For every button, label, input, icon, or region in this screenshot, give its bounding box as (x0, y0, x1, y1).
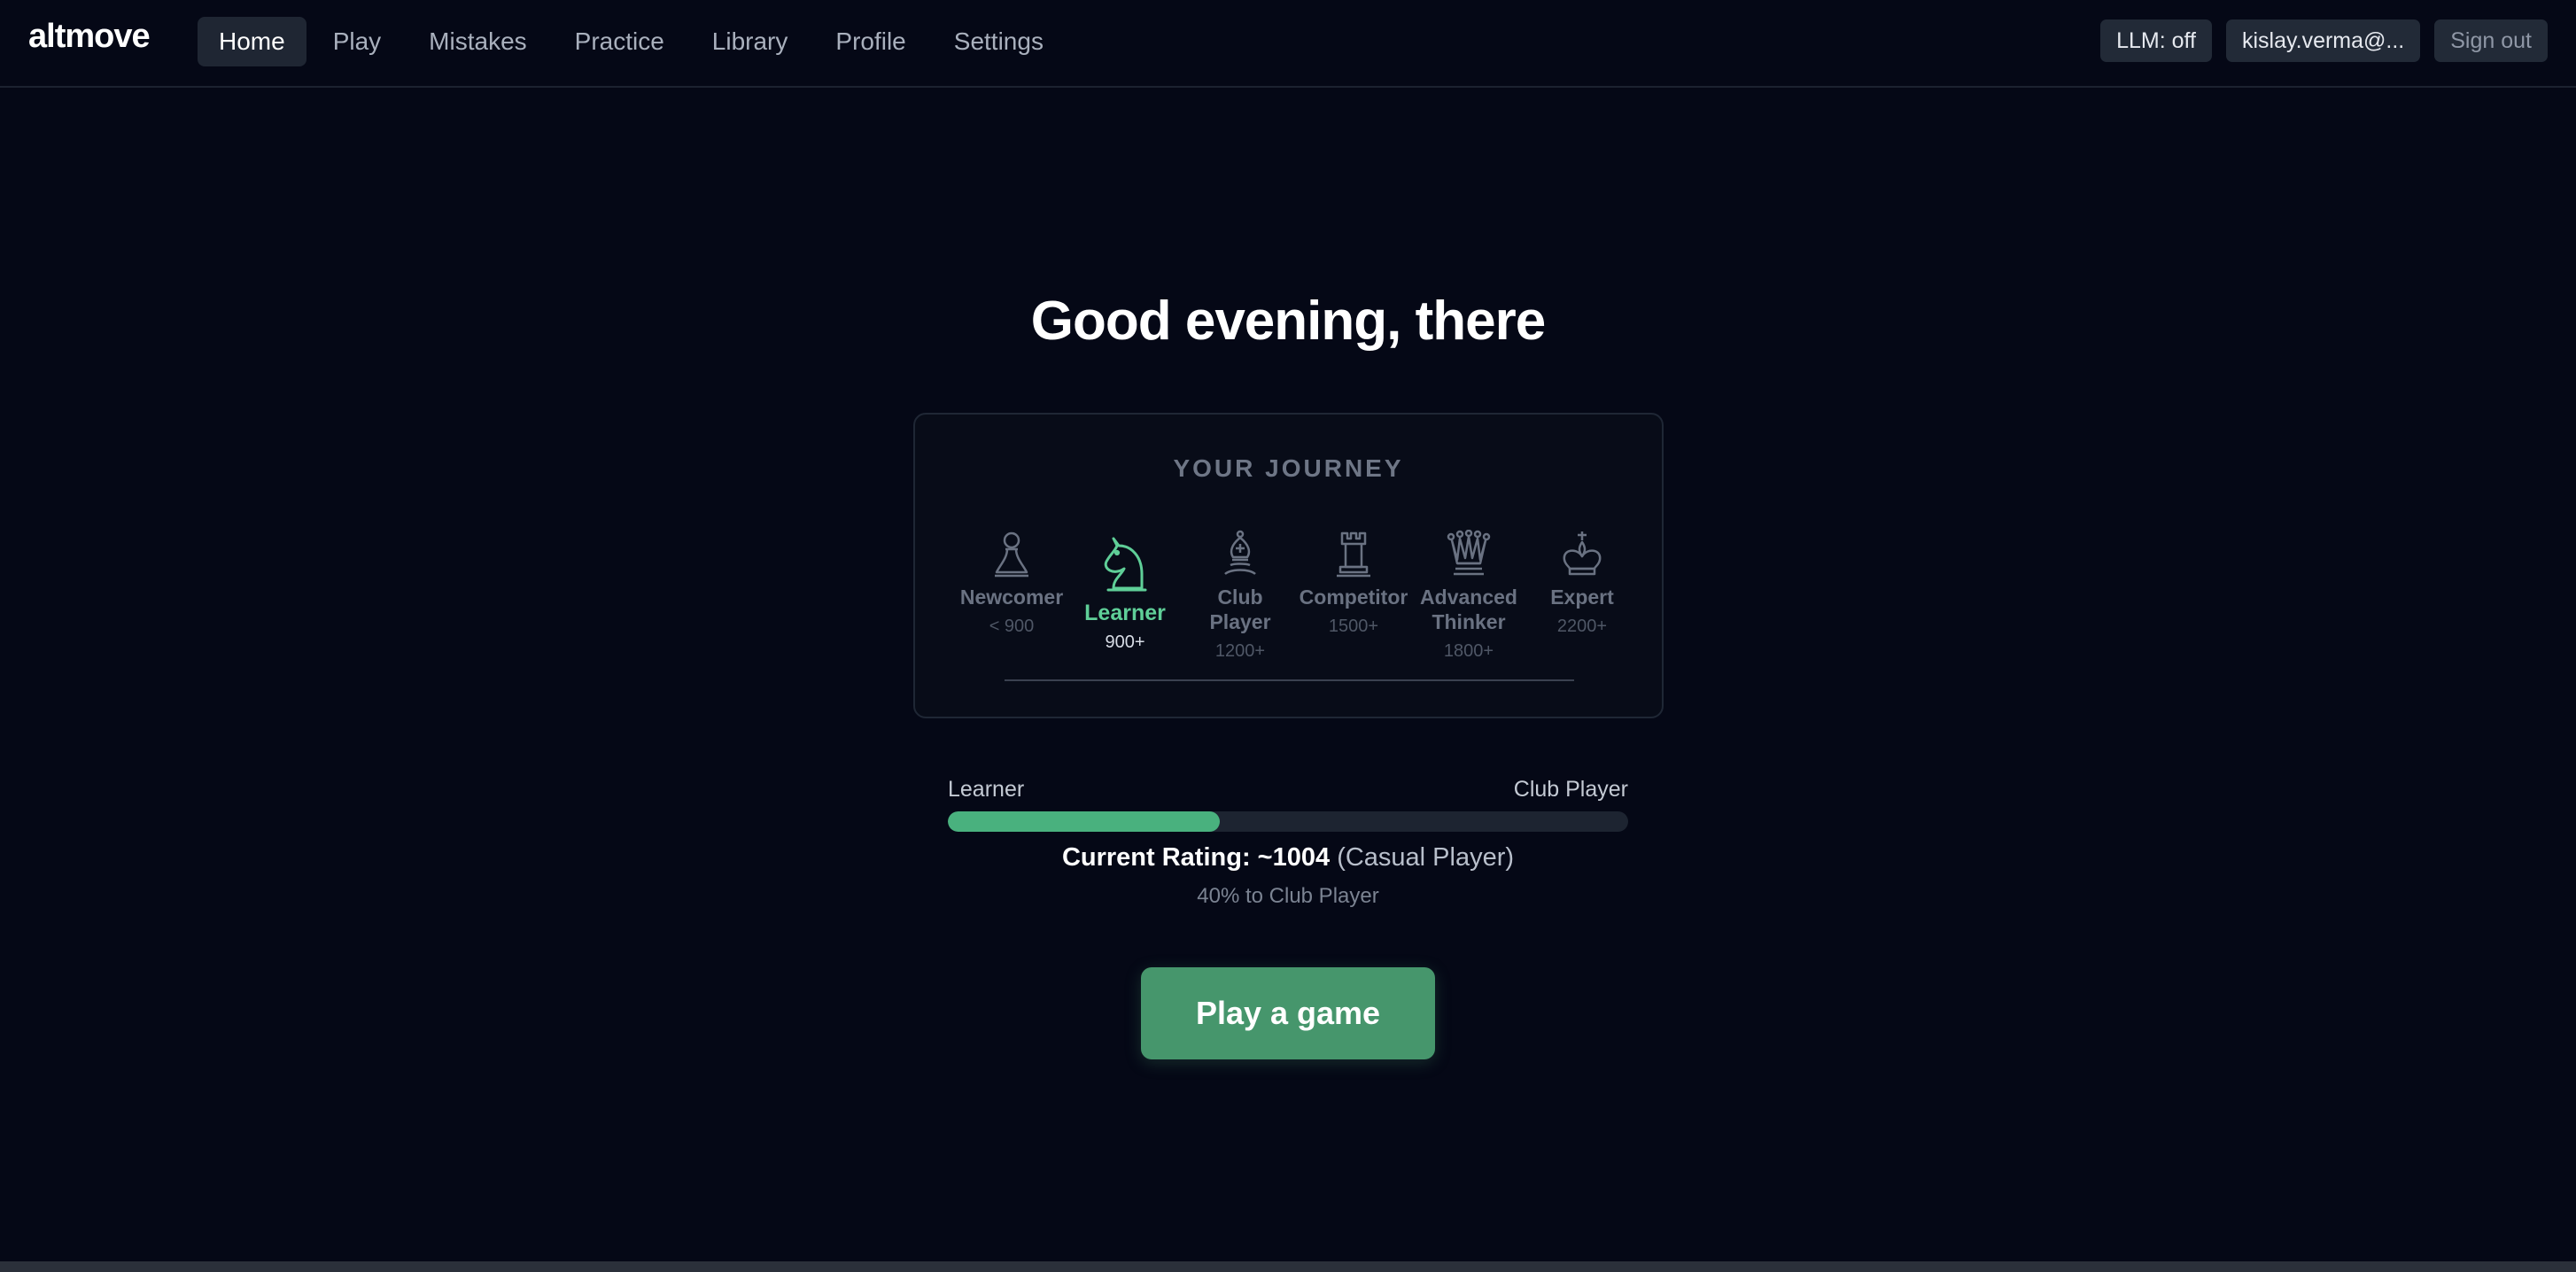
stage-requirement: 1500+ (1328, 617, 1379, 636)
journey-stage-learner: Learner 900+ (1063, 533, 1187, 653)
stage-name: Learner (1084, 601, 1166, 625)
king-icon (1563, 531, 1602, 576)
app-logo[interactable]: altmove (28, 18, 151, 56)
top-navbar: altmove Home Play Mistakes Practice Libr… (0, 0, 2576, 88)
progress-from-label: Learner (948, 777, 1025, 802)
rook-icon (1337, 531, 1370, 578)
nav-item-home[interactable]: Home (198, 17, 306, 66)
stage-name: Competitor (1299, 586, 1408, 609)
queen-icon (1447, 530, 1491, 576)
stage-name: Expert (1550, 586, 1614, 609)
stage-requirement: 1800+ (1443, 641, 1494, 661)
stage-requirement: < 900 (989, 617, 1035, 636)
stage-name: Advanced Thinker (1420, 586, 1517, 633)
greeting-heading: Good evening, there (1030, 291, 1546, 352)
rating-progress-bar (948, 811, 1628, 832)
knight-icon (1104, 537, 1147, 592)
nav-item-play[interactable]: Play (312, 17, 402, 66)
stage-name: Newcomer (959, 586, 1064, 609)
rating-category: (Casual Player) (1337, 843, 1515, 872)
llm-toggle-button[interactable]: LLM: off (2100, 19, 2212, 62)
journey-stage-newcomer: Newcomer < 900 (950, 530, 1074, 637)
user-account-button[interactable]: kislay.verma@... (2225, 19, 2421, 62)
progress-note: 40% to Club Player (1197, 884, 1379, 908)
header-actions: LLM: off kislay.verma@... Sign out (2100, 19, 2548, 62)
current-rating-value: Current Rating: ~1004 (1061, 843, 1331, 872)
stage-requirement: 2200+ (1556, 617, 1608, 636)
sign-out-button[interactable]: Sign out (2434, 19, 2548, 62)
pawn-icon (995, 531, 1028, 578)
window-bottom-edge (0, 1261, 2576, 1272)
bishop-icon (1224, 530, 1256, 576)
stage-name: Club Player (1209, 586, 1271, 633)
nav-item-mistakes[interactable]: Mistakes (407, 17, 547, 66)
rating-progress-fill (948, 811, 1221, 832)
journey-track-line (1005, 679, 1574, 681)
nav-item-library[interactable]: Library (691, 17, 810, 66)
nav-item-settings[interactable]: Settings (933, 17, 1065, 66)
journey-stage-advanced-thinker: Advanced Thinker 1800+ (1407, 530, 1531, 662)
nav-item-practice[interactable]: Practice (554, 17, 686, 66)
main-nav: Home Play Mistakes Practice Library Prof… (198, 17, 1065, 66)
nav-item-profile[interactable]: Profile (814, 17, 927, 66)
current-rating: Current Rating: ~1004 (Casual Player) (0, 843, 2576, 873)
journey-title: YOUR JOURNEY (1173, 454, 1404, 482)
journey-card: YOUR JOURNEY Newcomer < 900 Learner 900+ (913, 413, 1664, 718)
journey-stage-competitor: Competitor 1500+ (1292, 530, 1416, 637)
journey-stage-expert: Expert 2200+ (1520, 530, 1644, 637)
stage-requirement: 900+ (1105, 632, 1145, 652)
journey-stage-club-player: Club Player 1200+ (1178, 530, 1302, 662)
play-game-button[interactable]: Play a game (1141, 967, 1435, 1059)
progress-to-label: Club Player (1513, 777, 1628, 802)
stage-requirement: 1200+ (1214, 641, 1266, 661)
